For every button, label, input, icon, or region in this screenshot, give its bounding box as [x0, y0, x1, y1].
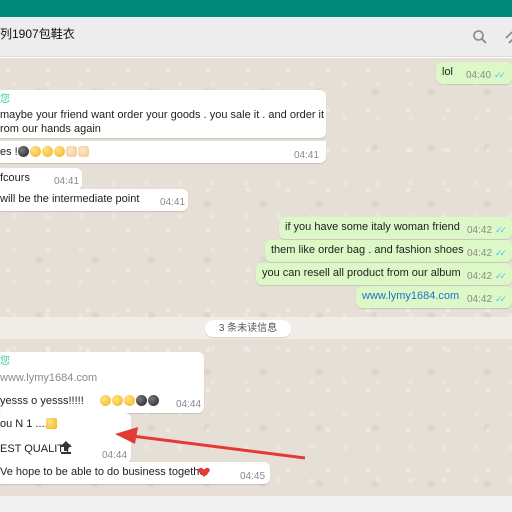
- grin-emoji: [124, 395, 135, 406]
- emoji-row: [18, 146, 90, 159]
- grin-emoji: [54, 146, 65, 157]
- message-time: 04:41: [54, 176, 80, 187]
- message-bubble[interactable]: fcours 04:41: [0, 168, 82, 190]
- read-receipt-icon: ✓✓: [495, 225, 507, 235]
- message-sender: 您: [0, 94, 10, 105]
- message-bubble[interactable]: www.lymy1684.com 04:42 ✓✓: [356, 286, 512, 308]
- message-link[interactable]: www.lymy1684.com: [362, 290, 459, 303]
- message-bubble[interactable]: if you have some italy woman friend 04:4…: [279, 217, 512, 239]
- message-text: lol: [442, 66, 454, 78]
- message-bubble[interactable]: Ve hope to be able to do business togeth…: [0, 462, 270, 484]
- message-time: 04:40: [466, 70, 492, 81]
- chat-area[interactable]: lol 04:40 ✓✓ 您 maybe your friend want or…: [0, 58, 512, 496]
- search-icon[interactable]: [472, 29, 488, 45]
- bomb-emoji: [136, 395, 147, 406]
- message-bubble[interactable]: 您 maybe your friend want order your good…: [0, 90, 326, 138]
- message-time: 04:42: [467, 271, 493, 282]
- grin-emoji: [112, 395, 123, 406]
- thumbs-up-emoji: [78, 146, 89, 157]
- message-text: if you have some italy woman friend: [285, 221, 460, 233]
- message-bubble[interactable]: yesss o yesss!!!!! 04:44: [0, 391, 204, 413]
- message-bubble[interactable]: lol 04:40 ✓✓: [436, 62, 512, 84]
- message-time: 04:44: [176, 399, 202, 410]
- message-text: Ve hope to be able to do business togeth…: [0, 466, 210, 478]
- unread-divider: 3 条未读信息: [0, 317, 512, 339]
- message-bubble[interactable]: will be the intermediate point 04:41: [0, 189, 188, 211]
- unread-count-label: 3 条未读信息: [205, 320, 291, 337]
- chat-footer: [0, 496, 512, 512]
- message-text-line2: rom our hands again: [0, 123, 101, 135]
- grin-emoji: [100, 395, 111, 406]
- annotation-arrow: [115, 427, 306, 460]
- message-time: 04:42: [467, 248, 493, 259]
- message-text: fcours: [0, 172, 30, 184]
- message-sender: 您: [0, 356, 10, 367]
- message-bubble[interactable]: 您 www.lymy1684.com: [0, 352, 204, 396]
- heart-icon: [198, 467, 210, 477]
- message-time: 04:45: [240, 471, 266, 482]
- message-bubble[interactable]: you can resell all product from our albu…: [256, 263, 512, 285]
- chat-header: 列1907包鞋衣: [0, 17, 512, 57]
- read-receipt-icon: ✓✓: [495, 248, 507, 258]
- message-time: 04:42: [467, 225, 493, 236]
- grin-emoji: [30, 146, 41, 157]
- top-icon: [60, 441, 72, 454]
- message-time: 04:42: [467, 294, 493, 305]
- thumbs-up-emoji: [66, 146, 77, 157]
- message-text: them like order bag . and fashion shoes: [271, 244, 464, 256]
- bomb-emoji: [148, 395, 159, 406]
- window-top-bar: [0, 0, 512, 17]
- message-bubble[interactable]: es !!! 04:41: [0, 141, 326, 163]
- bomb-emoji: [18, 146, 29, 157]
- message-bubble[interactable]: them like order bag . and fashion shoes …: [265, 240, 512, 262]
- read-receipt-icon: ✓✓: [495, 271, 507, 281]
- crown-icon: [46, 418, 57, 429]
- message-time: 04:41: [160, 197, 186, 208]
- read-receipt-icon: ✓✓: [494, 70, 506, 80]
- attach-icon[interactable]: [502, 29, 512, 45]
- message-text: you can resell all product from our albu…: [262, 267, 461, 279]
- message-text: will be the intermediate point: [0, 193, 140, 205]
- message-time: 04:41: [294, 150, 320, 161]
- grin-emoji: [42, 146, 53, 157]
- read-receipt-icon: ✓✓: [495, 294, 507, 304]
- chat-title[interactable]: 列1907包鞋衣: [0, 25, 75, 42]
- emoji-row: [100, 395, 160, 408]
- message-text: yesss o yesss!!!!!: [0, 395, 84, 407]
- message-text: ou N 1 ....: [0, 418, 48, 430]
- message-text: maybe your friend want order your goods …: [0, 109, 325, 121]
- link-preview-text[interactable]: www.lymy1684.com: [0, 372, 97, 385]
